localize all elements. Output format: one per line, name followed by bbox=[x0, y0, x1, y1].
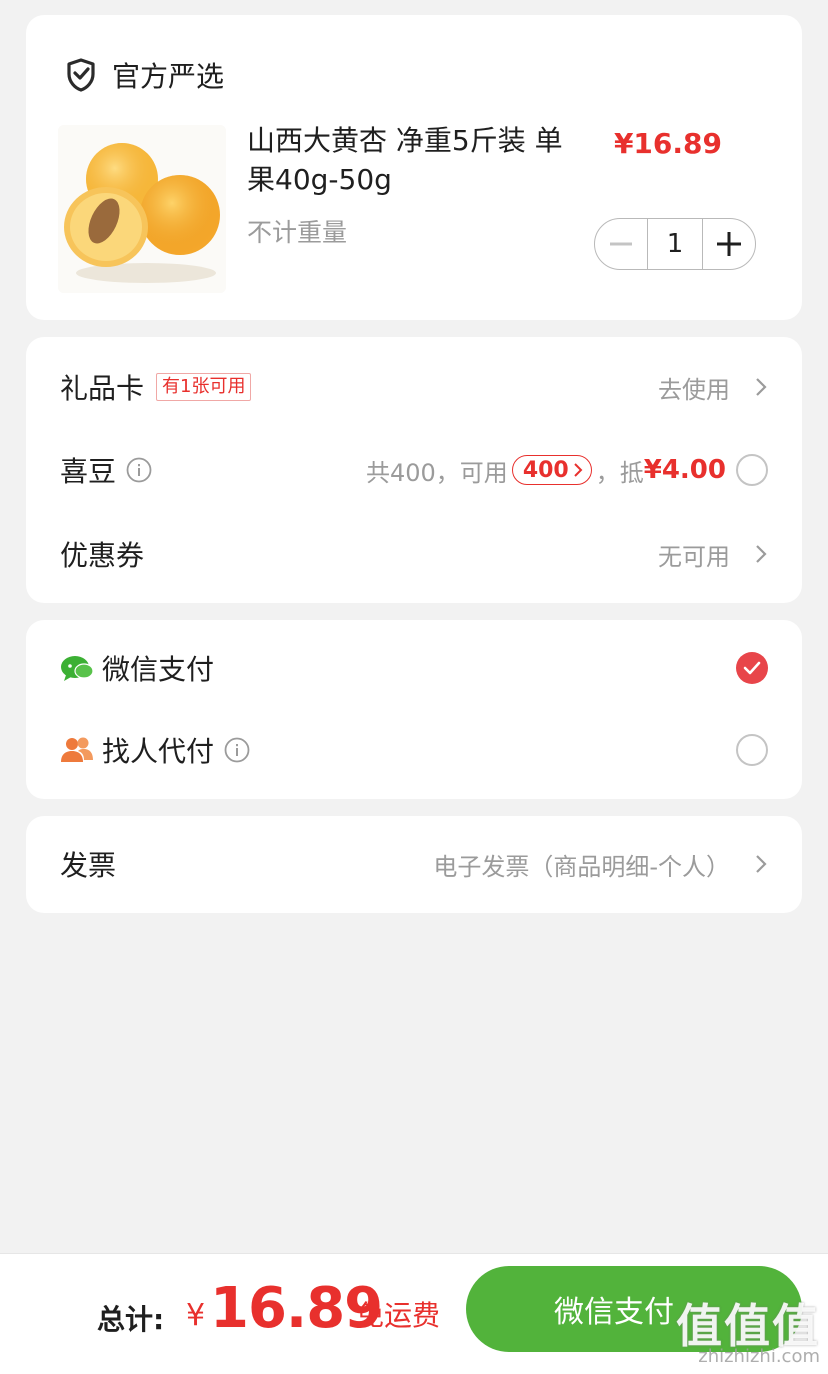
product-card: 官方严选 山西大黄杏 净重5斤装 单果40g-50g 不计重量 ¥16.89 1 bbox=[26, 15, 802, 320]
product-title[interactable]: 山西大黄杏 净重5斤装 单果40g-50g bbox=[247, 121, 577, 199]
decrease-button[interactable] bbox=[595, 219, 647, 269]
invoice-label: 发票 bbox=[60, 849, 117, 882]
proxy-pay-radio[interactable] bbox=[736, 734, 768, 766]
people-icon bbox=[61, 737, 93, 762]
gift-card-label: 礼品卡 bbox=[60, 372, 145, 405]
shield-check-icon bbox=[67, 58, 95, 92]
info-icon[interactable] bbox=[126, 457, 152, 483]
apricot-image bbox=[58, 125, 226, 293]
product-price: ¥16.89 bbox=[613, 127, 722, 160]
invoice-card[interactable]: 发票 电子发票（商品明细-个人） bbox=[26, 816, 802, 913]
xidou-label: 喜豆 bbox=[60, 455, 117, 488]
chevron-right-icon bbox=[756, 545, 767, 563]
coupon-status: 无可用 bbox=[658, 542, 730, 571]
xidou-row: 喜豆 共400，可用 400 ，抵 ¥4.00 bbox=[26, 440, 802, 500]
shop-header: 官方严选 bbox=[66, 55, 224, 95]
xidou-separator: ，抵 bbox=[595, 458, 644, 487]
xidou-deduct-amount: ¥4.00 bbox=[643, 455, 726, 485]
increase-button[interactable] bbox=[703, 219, 755, 269]
chevron-right-icon bbox=[574, 463, 583, 477]
wechat-icon bbox=[61, 656, 94, 681]
xidou-usable-value: 400 bbox=[522, 457, 569, 483]
check-icon bbox=[743, 661, 761, 675]
wechat-pay-label: 微信支付 bbox=[102, 653, 215, 686]
minus-icon bbox=[610, 242, 632, 246]
total-currency: ¥ bbox=[186, 1298, 206, 1333]
gift-card-available-badge: 有1张可用 bbox=[156, 373, 252, 401]
xidou-total-text: 共400，可用 bbox=[366, 458, 508, 487]
gift-card-row[interactable]: 礼品卡 有1张可用 去使用 bbox=[26, 357, 802, 417]
free-shipping-label: 免运费 bbox=[356, 1299, 441, 1332]
chevron-right-icon bbox=[756, 855, 767, 873]
product-image[interactable] bbox=[58, 125, 226, 293]
invoice-value: 电子发票（商品明细-个人） bbox=[433, 852, 730, 881]
payment-card: 微信支付 找人代付 bbox=[26, 620, 802, 799]
gift-card-action[interactable]: 去使用 bbox=[658, 370, 730, 405]
info-icon[interactable] bbox=[224, 737, 250, 763]
wechat-pay-option[interactable]: 微信支付 bbox=[26, 638, 802, 698]
proxy-pay-option[interactable]: 找人代付 bbox=[26, 720, 802, 780]
coupon-label: 优惠券 bbox=[60, 539, 145, 572]
quantity-value[interactable]: 1 bbox=[647, 219, 703, 269]
proxy-pay-label: 找人代付 bbox=[102, 735, 215, 768]
wechat-pay-radio-checked[interactable] bbox=[736, 652, 768, 684]
chevron-right-icon bbox=[756, 378, 767, 396]
invoice-row[interactable]: 发票 电子发票（商品明细-个人） bbox=[26, 834, 802, 894]
quantity-stepper: 1 bbox=[594, 218, 756, 270]
plus-icon bbox=[717, 232, 741, 256]
coupon-row[interactable]: 优惠券 无可用 bbox=[26, 524, 802, 584]
xidou-usable-pill[interactable]: 400 bbox=[511, 455, 592, 485]
benefits-card: 礼品卡 有1张可用 去使用 喜豆 共400，可用 400 ，抵 ¥4.00 优惠… bbox=[26, 337, 802, 603]
watermark-url: zhizhizhi.com bbox=[698, 1346, 820, 1367]
total-label: 总计: bbox=[97, 1303, 165, 1336]
product-spec: 不计重量 bbox=[247, 218, 348, 247]
xidou-radio[interactable] bbox=[736, 454, 768, 486]
shop-name: 官方严选 bbox=[112, 60, 225, 93]
